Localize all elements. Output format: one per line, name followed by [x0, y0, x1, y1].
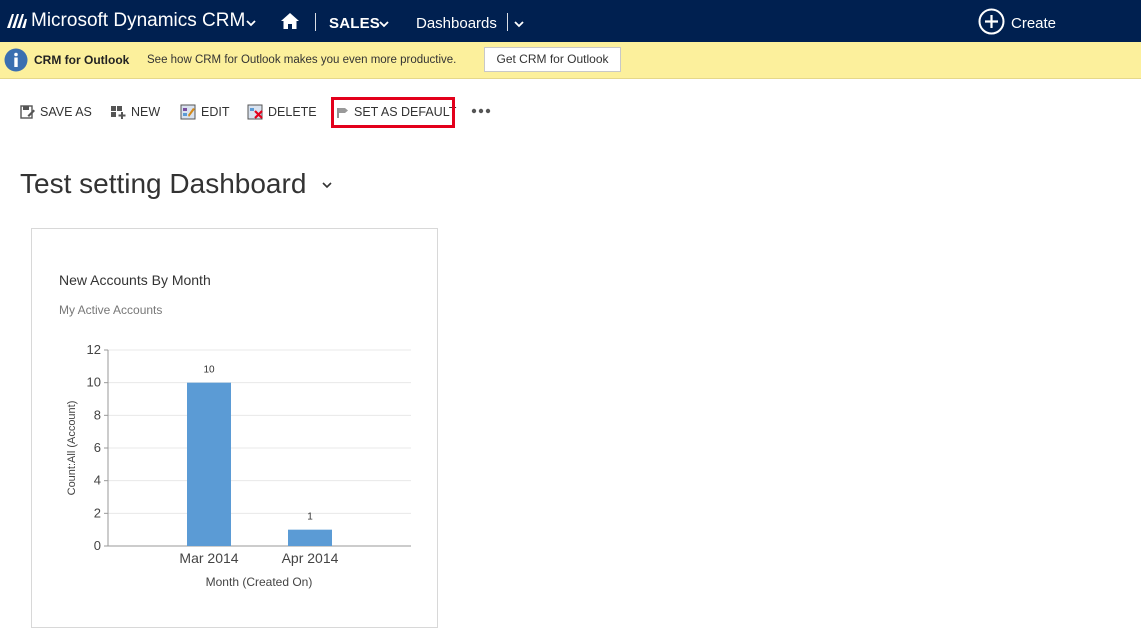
y-tick-label: 2: [94, 505, 101, 520]
bar-chart: 0 2 4 6 8 10 12 10 Mar 2014 1 Apr 2014 Month (Creat…: [66, 342, 411, 589]
bar[interactable]: [187, 382, 231, 546]
y-axis-label: Count:All (Account): [66, 401, 78, 496]
y-tick-label: 0: [94, 538, 101, 553]
y-tick-label: 8: [94, 407, 101, 422]
y-tick-label: 12: [87, 342, 101, 357]
x-tick-label: Apr 2014: [282, 550, 339, 566]
bar[interactable]: [288, 529, 332, 546]
x-tick-label: Mar 2014: [179, 550, 238, 566]
y-tick-label: 6: [94, 440, 101, 455]
data-label: 1: [307, 512, 313, 523]
x-axis-label: Month (Created On): [206, 575, 313, 589]
y-tick-label: 10: [87, 375, 101, 390]
y-tick-label: 4: [94, 473, 101, 488]
data-label: 10: [203, 365, 215, 376]
